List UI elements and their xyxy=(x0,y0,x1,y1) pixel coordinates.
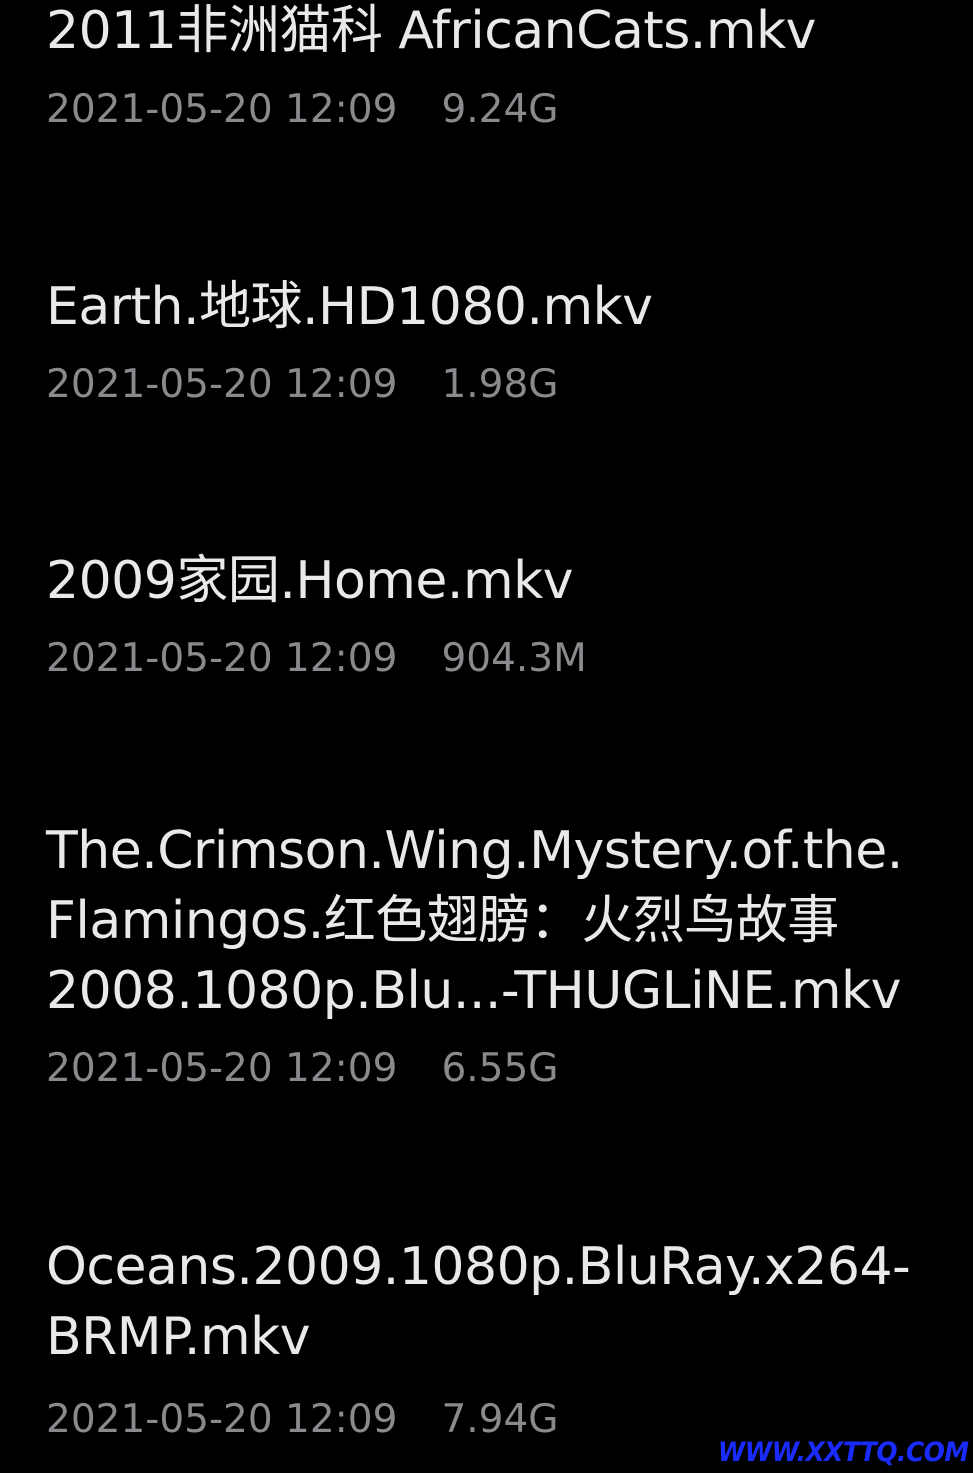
file-meta: 2021-05-20 12:09 1.98G xyxy=(46,360,559,410)
file-size: 1.98G xyxy=(441,362,559,407)
file-date: 2021-05-20 12:09 xyxy=(46,362,398,407)
file-name: 2011非洲猫科 AfricanCats.mkv xyxy=(46,1,816,61)
file-date: 2021-05-20 12:09 xyxy=(46,636,398,681)
file-date: 2021-05-20 12:09 xyxy=(46,1046,398,1091)
file-meta: 2021-05-20 12:09 904.3M xyxy=(46,634,587,684)
file-name: The.Crimson.Wing.Mystery.of.the. Flaming… xyxy=(46,821,903,1021)
file-date: 2021-05-20 12:09 xyxy=(46,87,398,132)
file-date: 2021-05-20 12:09 xyxy=(46,1397,398,1442)
file-name: 2009家园.Home.mkv xyxy=(46,551,574,611)
file-name: Oceans.2009.1080p.BluRay.x264- BRMP.mkv xyxy=(46,1237,911,1367)
file-meta: 2021-05-20 12:09 7.94G xyxy=(46,1395,559,1445)
file-size: 7.94G xyxy=(441,1397,559,1442)
file-name: Earth.地球.HD1080.mkv xyxy=(46,277,653,337)
file-size: 9.24G xyxy=(441,87,559,132)
file-size: 904.3M xyxy=(441,636,587,681)
site-watermark: WWW.XXTTQ.COM xyxy=(718,1437,969,1468)
file-meta: 2021-05-20 12:09 6.55G xyxy=(46,1044,559,1094)
file-size: 6.55G xyxy=(441,1046,559,1091)
file-meta: 2021-05-20 12:09 9.24G xyxy=(46,85,559,135)
